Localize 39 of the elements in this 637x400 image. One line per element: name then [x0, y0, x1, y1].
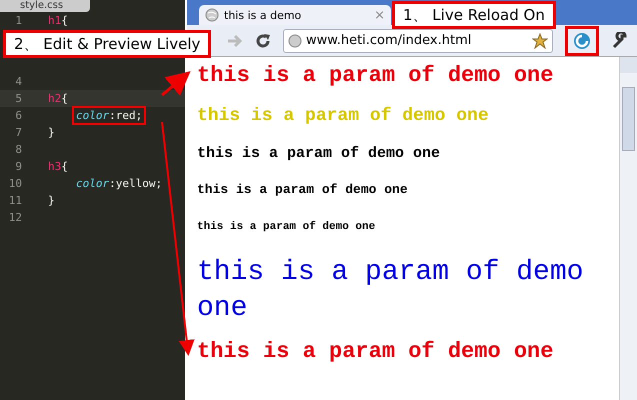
edit-preview-tooltip: 2、 Edit & Preview Lively [3, 30, 212, 58]
browser-tab[interactable]: this is a demo × [199, 5, 391, 25]
line-number: 4 [14, 75, 22, 88]
live-reload-button[interactable] [565, 26, 599, 56]
line-number: 6 [14, 109, 22, 122]
arrow [161, 71, 191, 96]
page-heading: this is a param of demo one [197, 338, 554, 366]
reload-icon[interactable] [255, 32, 271, 48]
page-heading: this is a param of demo one [197, 62, 554, 90]
wrench-icon[interactable] [611, 32, 629, 50]
code-line: color:yellow; [75, 176, 164, 192]
code-line: } [47, 125, 56, 141]
reload-badge-icon [572, 30, 592, 50]
line-number: 5 [14, 92, 22, 105]
file-tab[interactable]: style.css [0, 0, 90, 12]
page-heading: this is a param of demo one [197, 221, 376, 233]
globe-icon [205, 8, 219, 22]
code-line: h3{ [47, 159, 69, 175]
line-number: 7 [14, 126, 22, 139]
code-line: } [47, 193, 56, 209]
line-number: 10 [8, 177, 22, 190]
live-reload-tooltip: 1、 Live Reload On [392, 1, 556, 29]
page-heading: this is a param of demo one [197, 105, 490, 128]
globe-icon [288, 34, 302, 48]
tab-title: this is a demo [224, 8, 302, 22]
star-icon[interactable] [532, 32, 548, 48]
line-number: 1 [14, 14, 22, 27]
page-heading: this is a param of demo one [197, 145, 442, 162]
url-text: www.heti.com/index.html [306, 33, 472, 48]
code-line: h2{ [47, 91, 69, 107]
page-heading: this is a param of demo one [197, 182, 409, 197]
line-number: 12 [8, 211, 22, 224]
page-heading: this is a param of demo one [197, 256, 584, 326]
line-number: 8 [14, 143, 22, 156]
line-number: 11 [8, 194, 22, 207]
code-line: h1{ [47, 13, 69, 29]
scrollbar[interactable] [619, 57, 637, 400]
address-bar[interactable]: www.heti.com/index.html [283, 28, 553, 52]
line-number: 9 [14, 160, 22, 173]
